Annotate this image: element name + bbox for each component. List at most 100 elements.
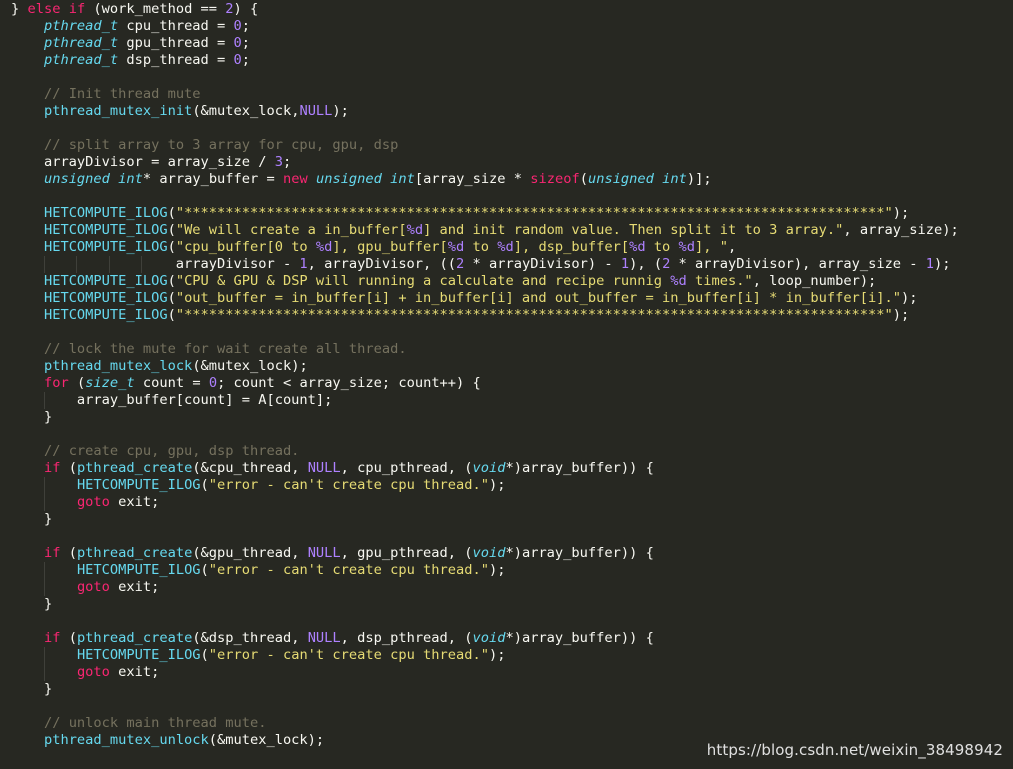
code-token: // lock the mute for wait create all thr… [43,341,407,357]
code-token: // unlock main thread mute. [43,715,267,731]
code-token: *)array_buffer)) { [505,545,654,561]
code-line: goto exit; [11,494,959,511]
indent-guide [44,494,46,511]
code-token: unsigned [43,171,110,187]
code-token: 3 [274,154,283,170]
code-token: "error - can't create cpu thread." [208,647,489,663]
code-token: 1 [925,256,935,272]
code-token: ( [167,307,176,323]
code-token: 0 [233,18,242,34]
code-token: ; [282,154,292,170]
code-token: pthread_t [43,18,119,34]
code-line: if (pthread_create(&gpu_thread, NULL, gp… [11,545,959,562]
code-token: )]; [686,171,712,187]
code-line: array_buffer[count] = A[count]; [11,392,959,409]
code-token: ], gpu_buffer[ [332,239,448,255]
code-token: ( [60,460,77,476]
code-token: ) { [233,1,259,17]
code-line: unsigned int* array_buffer = new unsigne… [11,171,959,188]
code-token: exit; [109,579,160,595]
code-token: array_buffer[count] = A[count]; [11,392,333,408]
code-token: pthread_t [43,52,119,68]
code-token: "out_buffer = in_buffer[i] + in_buffer[i… [175,290,901,306]
code-token: , dsp_pthread, ( [340,630,473,646]
code-line: // Init thread mute [11,86,959,103]
code-token: ( [167,273,176,289]
code-token: void [472,545,506,561]
code-token: ], " [695,239,728,255]
code-token: sizeof [530,171,580,187]
code-token: (&mutex_lock); [208,732,325,748]
code-token: (&cpu_thread, [192,460,308,476]
code-token: void [472,630,506,646]
code-token: to [645,239,679,255]
code-token: // create cpu, gpu, dsp thread. [43,443,300,459]
code-line: HETCOMPUTE_ILOG("cpu_buffer[0 to %d], gp… [11,239,959,256]
code-token: ); [892,205,910,221]
code-token: else [27,1,61,17]
code-line: pthread_t cpu_thread = 0; [11,18,959,35]
code-token: gpu_thread = [118,35,234,51]
code-area[interactable]: } else if (work_method == 2) { pthread_t… [11,1,959,749]
code-token: ( [167,205,176,221]
code-token: 1 [620,256,630,272]
code-token: , arrayDivisor, (( [307,256,457,272]
indent-guide [44,562,46,579]
indent-guide [44,477,46,494]
code-token: (&mutex_lock); [192,358,308,374]
code-token: ], dsp_buffer[ [513,239,630,255]
code-line: } [11,511,959,528]
code-token: ); [488,647,506,663]
code-token: NULL [307,460,341,476]
code-token: arrayDivisor - [11,256,300,272]
code-token: exit; [109,664,160,680]
code-token: ( [167,239,176,255]
code-token: int [118,171,143,187]
code-token: int [390,171,415,187]
code-token: [array_size * [414,171,531,187]
code-token: } [11,1,28,17]
code-line: // create cpu, gpu, dsp thread. [11,443,959,460]
code-token: ( [68,375,86,391]
code-token: exit; [109,494,160,510]
code-token: goto [76,664,110,680]
code-token: HETCOMPUTE_ILOG [43,205,168,221]
code-token: ; count < array_size; count++) { [217,375,481,391]
indent-guide [44,664,46,681]
code-token: * arrayDivisor) - [464,256,621,272]
code-token: 2 [225,1,234,17]
code-line: arrayDivisor - 1, arrayDivisor, ((2 * ar… [11,256,959,273]
indent-guide [44,256,46,273]
code-token: ( [200,477,209,493]
code-token: * array_buffer = [142,171,283,187]
code-token: ( [60,630,77,646]
code-editor[interactable]: } else if (work_method == 2) { pthread_t… [0,0,1013,769]
code-line: // unlock main thread mute. [11,715,959,732]
code-token: ; [241,18,251,34]
indent-guide [44,647,46,664]
code-token: NULL [307,630,341,646]
code-token: %d [447,239,465,255]
code-token: // Init thread mute [43,86,201,102]
code-line: if (pthread_create(&cpu_thread, NULL, cp… [11,460,959,477]
code-token: ( [167,290,176,306]
indent-guide [140,256,142,273]
code-token: pthread_mutex_lock [43,358,193,374]
